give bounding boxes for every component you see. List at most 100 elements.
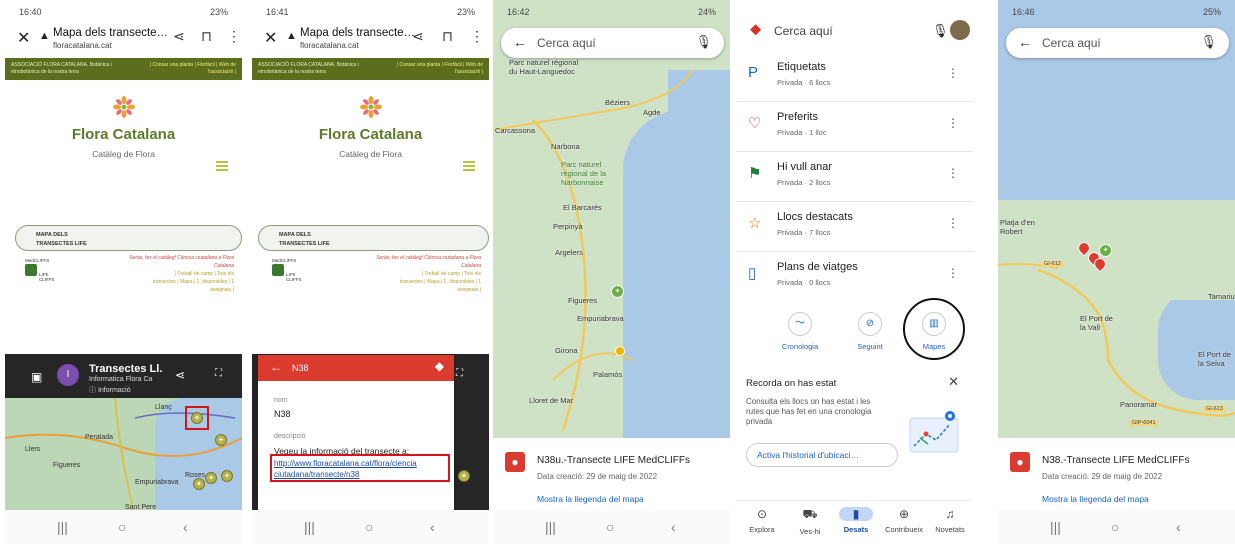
browser-title: Mapa dels transecte… xyxy=(300,27,416,39)
following-icon: ⊘ xyxy=(858,312,882,336)
more-icon[interactable]: ⋮ xyxy=(947,66,959,80)
hamburger-menu-icon[interactable] xyxy=(216,161,228,171)
pill-link-1[interactable]: | Treball de camp | Tots els xyxy=(361,270,481,278)
timeline-button[interactable]: 〜 Cronologia xyxy=(770,312,830,351)
search-placeholder[interactable]: Cerca aquí xyxy=(537,36,596,50)
map-pin-icon[interactable] xyxy=(615,346,625,356)
back-icon[interactable]: ‹ xyxy=(430,519,435,535)
close-icon[interactable]: ✕ xyxy=(948,374,959,390)
place-label: Parc naturel régional de la Narbonnaise xyxy=(561,160,607,187)
pill-link-2[interactable]: transectes | Mapa | 1, disponibles | 1 xyxy=(114,278,234,286)
life-logo-text: LIFE CLIFFS xyxy=(39,272,55,282)
place-label: Girona xyxy=(555,346,578,355)
legend-link[interactable]: Mostra la llegenda del mapa xyxy=(1042,494,1149,504)
hiker-icon[interactable]: ✦ xyxy=(458,470,470,482)
site-title[interactable]: Flora Catalana xyxy=(5,126,242,143)
medcliffs-label: MedCLIFFS xyxy=(272,258,297,263)
bookmark-icon[interactable]: ⊓ xyxy=(201,28,212,45)
share-icon[interactable]: ⋖ xyxy=(173,28,185,45)
avatar[interactable] xyxy=(950,20,970,40)
share-icon[interactable]: ⋖ xyxy=(175,368,185,382)
android-nav-bar: ||| ○ ‹ xyxy=(998,510,1235,544)
hiker-icon[interactable]: ✦ xyxy=(611,285,624,298)
embedded-map[interactable]: ▣ I Transectes Ll. Informatica Flora Ca … xyxy=(5,354,242,516)
list-item[interactable]: ▯ Plans de viatges Privada · 0 llocs ⋮ xyxy=(736,252,973,302)
hamburger-menu-icon[interactable] xyxy=(463,161,475,171)
status-time: 16:41 xyxy=(266,7,289,17)
list-item[interactable]: ⚑ Hi vull anar Privada · 2 llocs ⋮ xyxy=(736,152,973,202)
battery-level: 25% xyxy=(1202,7,1221,17)
site-title[interactable]: Flora Catalana xyxy=(252,126,489,143)
location-history-button[interactable]: Activa l'historial d'ubicaci… xyxy=(746,443,898,467)
map-view[interactable]: Parc naturel régional du Haut-Languedoc … xyxy=(493,0,730,438)
hiker-icon[interactable]: ✦ xyxy=(193,478,205,490)
map-view[interactable]: Platja d'en Robert Tamariu El Port de la… xyxy=(998,0,1235,438)
home-icon[interactable]: ○ xyxy=(1111,519,1119,535)
more-icon[interactable]: ⋮ xyxy=(947,166,959,180)
pill-link-2[interactable]: transectes | Mapa | 1, disponibles | 1 xyxy=(361,278,481,286)
pill-line-1: MAPA DELS xyxy=(36,232,68,238)
tab-ves-hi[interactable]: ⛟ Ves-hi xyxy=(786,507,834,536)
banner-links[interactable]: | Consar una planta | Florfàcil | Web de… xyxy=(383,62,483,76)
hiker-icon[interactable]: ✦ xyxy=(205,472,217,484)
tab-desats[interactable]: ▮ Desats xyxy=(832,507,880,534)
mic-icon[interactable]: 🎙 xyxy=(695,34,712,50)
result-sheet[interactable]: ● N38u.-Transecte LIFE MedCLIFFs Data cr… xyxy=(493,438,730,518)
result-sheet[interactable]: ● N38.-Transecte LIFE MedCLIFFs Data cre… xyxy=(998,438,1235,518)
more-icon[interactable]: ⋮ xyxy=(947,116,959,130)
pill-links[interactable]: Seràs, fes el catàleg! Ciència ciutadana… xyxy=(114,254,234,294)
search-placeholder[interactable]: Cerca aquí xyxy=(774,24,833,38)
home-icon[interactable]: ○ xyxy=(365,519,373,535)
share-icon[interactable]: ⋖ xyxy=(412,28,424,45)
quick-label: Seguint xyxy=(857,342,883,351)
search-placeholder[interactable]: Cerca aquí xyxy=(1042,36,1101,50)
list-item[interactable]: ♡ Preferits Privada · 1 lloc ⋮ xyxy=(736,102,973,152)
home-icon[interactable]: ○ xyxy=(118,519,126,535)
home-icon[interactable]: ○ xyxy=(606,519,614,535)
back-arrow-icon[interactable]: ← xyxy=(513,34,527,50)
place-label: Béziers xyxy=(605,98,631,107)
back-icon[interactable]: ‹ xyxy=(1176,519,1181,535)
list-item[interactable]: P Etiquetats Privada · 6 llocs ⋮ xyxy=(736,52,973,102)
map-info-link[interactable]: ⓘ Informació xyxy=(89,385,131,395)
back-icon[interactable]: ‹ xyxy=(671,519,676,535)
recent-apps-icon[interactable]: ||| xyxy=(545,519,556,535)
list-item[interactable]: ☆ Llocs destacats Privada · 7 llocs ⋮ xyxy=(736,202,973,252)
tab-explora[interactable]: ⊙ Explora xyxy=(738,507,786,534)
fullscreen-icon[interactable]: ⛶ xyxy=(215,368,222,379)
maps-search-bar[interactable]: ← Cerca aquí 🎙 xyxy=(1006,28,1229,58)
tab-novetats[interactable]: ♫ Novetats xyxy=(926,507,973,534)
back-arrow-icon[interactable]: ← xyxy=(1018,34,1032,50)
pill-link-3[interactable]: assignats | xyxy=(361,286,481,294)
more-icon[interactable]: ⋮ xyxy=(470,28,484,45)
legend-link[interactable]: Mostra la llegenda del mapa xyxy=(537,494,644,504)
pill-link-1[interactable]: | Treball de camp | Tots els xyxy=(114,270,234,278)
directions-icon[interactable]: ◆ xyxy=(435,359,444,373)
hiker-icon[interactable]: ✦ xyxy=(215,434,227,446)
mic-icon[interactable]: 🎙 xyxy=(932,23,949,39)
recent-apps-icon[interactable]: ||| xyxy=(1050,519,1061,535)
hiker-icon[interactable]: ✦ xyxy=(1099,244,1112,257)
mic-icon[interactable]: 🎙 xyxy=(1200,34,1217,50)
recent-apps-icon[interactable]: ||| xyxy=(57,519,68,535)
banner-links[interactable]: | Consar una planta | Florfàcil | Web de… xyxy=(136,62,236,76)
hiker-icon[interactable]: ✦ xyxy=(221,470,233,482)
bookmark-icon[interactable]: ⊓ xyxy=(442,28,453,45)
close-icon[interactable]: ✕ xyxy=(264,28,277,48)
more-icon[interactable]: ⋮ xyxy=(227,28,241,45)
back-arrow-icon[interactable]: ← xyxy=(270,360,282,374)
fullscreen-icon[interactable]: ⛶ xyxy=(456,368,463,379)
close-icon[interactable]: ✕ xyxy=(17,28,30,48)
back-icon[interactable]: ‹ xyxy=(183,519,188,535)
following-button[interactable]: ⊘ Seguint xyxy=(840,312,900,351)
recent-apps-icon[interactable]: ||| xyxy=(304,519,315,535)
pill-links[interactable]: Seràs, fes el catàleg! Ciència ciutadana… xyxy=(361,254,481,294)
tab-contribueix[interactable]: ⊕ Contribueix xyxy=(880,507,928,534)
pill-link-3[interactable]: assignats | xyxy=(114,286,234,294)
maps-search-bar[interactable]: ⬥ Cerca aquí 🎙 xyxy=(736,18,973,48)
more-icon[interactable]: ⋮ xyxy=(947,216,959,230)
maps-search-bar[interactable]: ← Cerca aquí 🎙 xyxy=(501,28,724,58)
sidebar-toggle-icon[interactable]: ▣ xyxy=(31,370,42,384)
list-sub: Privada · 0 llocs xyxy=(777,278,831,287)
more-icon[interactable]: ⋮ xyxy=(947,266,959,280)
